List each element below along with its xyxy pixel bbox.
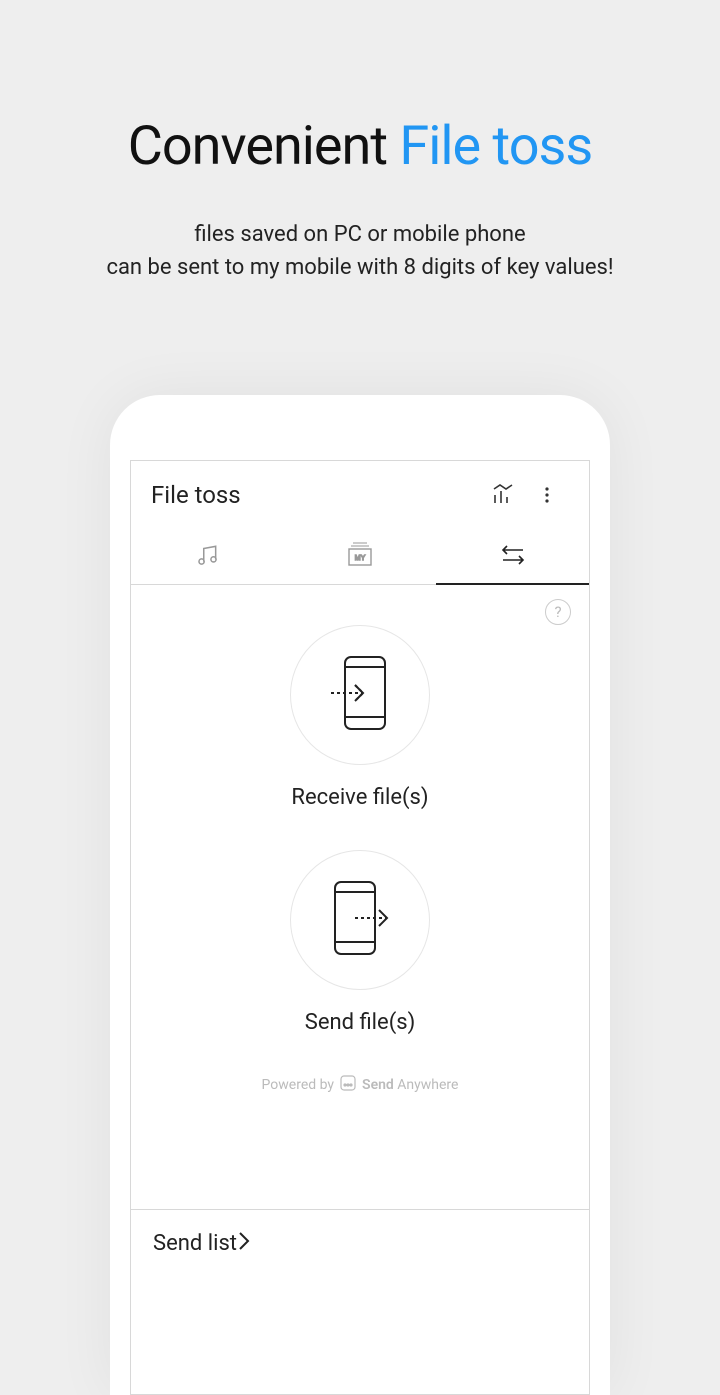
transfer-icon xyxy=(499,545,527,569)
svg-text:MY: MY xyxy=(355,555,366,562)
help-button[interactable]: ? xyxy=(545,599,571,625)
powered-prefix: Powered by xyxy=(262,1077,335,1093)
powered-by: Powered by Send Anywhere xyxy=(131,1075,589,1095)
hero-title: Convenient File toss xyxy=(0,115,720,178)
tab-transfer[interactable] xyxy=(436,529,589,584)
hero-section: Convenient File toss files saved on PC o… xyxy=(0,0,720,284)
send-list-row[interactable]: Send list xyxy=(131,1209,589,1277)
hero-subtitle-line1: files saved on PC or mobile phone xyxy=(0,218,720,251)
send-list-label: Send list xyxy=(153,1231,237,1256)
stats-icon[interactable] xyxy=(481,473,525,517)
send-anywhere-icon xyxy=(340,1075,356,1095)
device-frame: File toss xyxy=(110,395,610,1395)
tab-music[interactable] xyxy=(131,529,284,584)
hero-subtitle-line2: can be sent to my mobile with 8 digits o… xyxy=(0,251,720,284)
phone-out-icon xyxy=(325,876,395,964)
receive-files-action[interactable]: Receive file(s) xyxy=(131,625,589,810)
chevron-right-icon xyxy=(237,1230,251,1258)
actions: Receive file(s) xyxy=(131,595,589,1095)
help-icon: ? xyxy=(554,603,561,621)
hero-title-black: Convenient xyxy=(128,115,400,178)
send-files-action[interactable]: Send file(s) xyxy=(131,850,589,1035)
my-icon: MY xyxy=(345,542,375,572)
receive-files-circle xyxy=(290,625,430,765)
send-files-label: Send file(s) xyxy=(131,1010,589,1035)
music-icon xyxy=(194,542,220,572)
phone-in-icon xyxy=(325,651,395,739)
send-files-circle xyxy=(290,850,430,990)
app-screen: File toss xyxy=(130,460,590,1395)
hero-title-blue: File toss xyxy=(399,115,592,178)
receive-files-label: Receive file(s) xyxy=(131,785,589,810)
content-area: ? xyxy=(131,585,589,1095)
tab-my[interactable]: MY xyxy=(284,529,437,584)
app-title: File toss xyxy=(151,481,481,509)
powered-brand: Send Anywhere xyxy=(362,1077,458,1093)
more-icon[interactable] xyxy=(525,473,569,517)
app-bar: File toss xyxy=(131,461,589,529)
hero-subtitle: files saved on PC or mobile phone can be… xyxy=(0,218,720,284)
tab-bar: MY xyxy=(131,529,589,585)
